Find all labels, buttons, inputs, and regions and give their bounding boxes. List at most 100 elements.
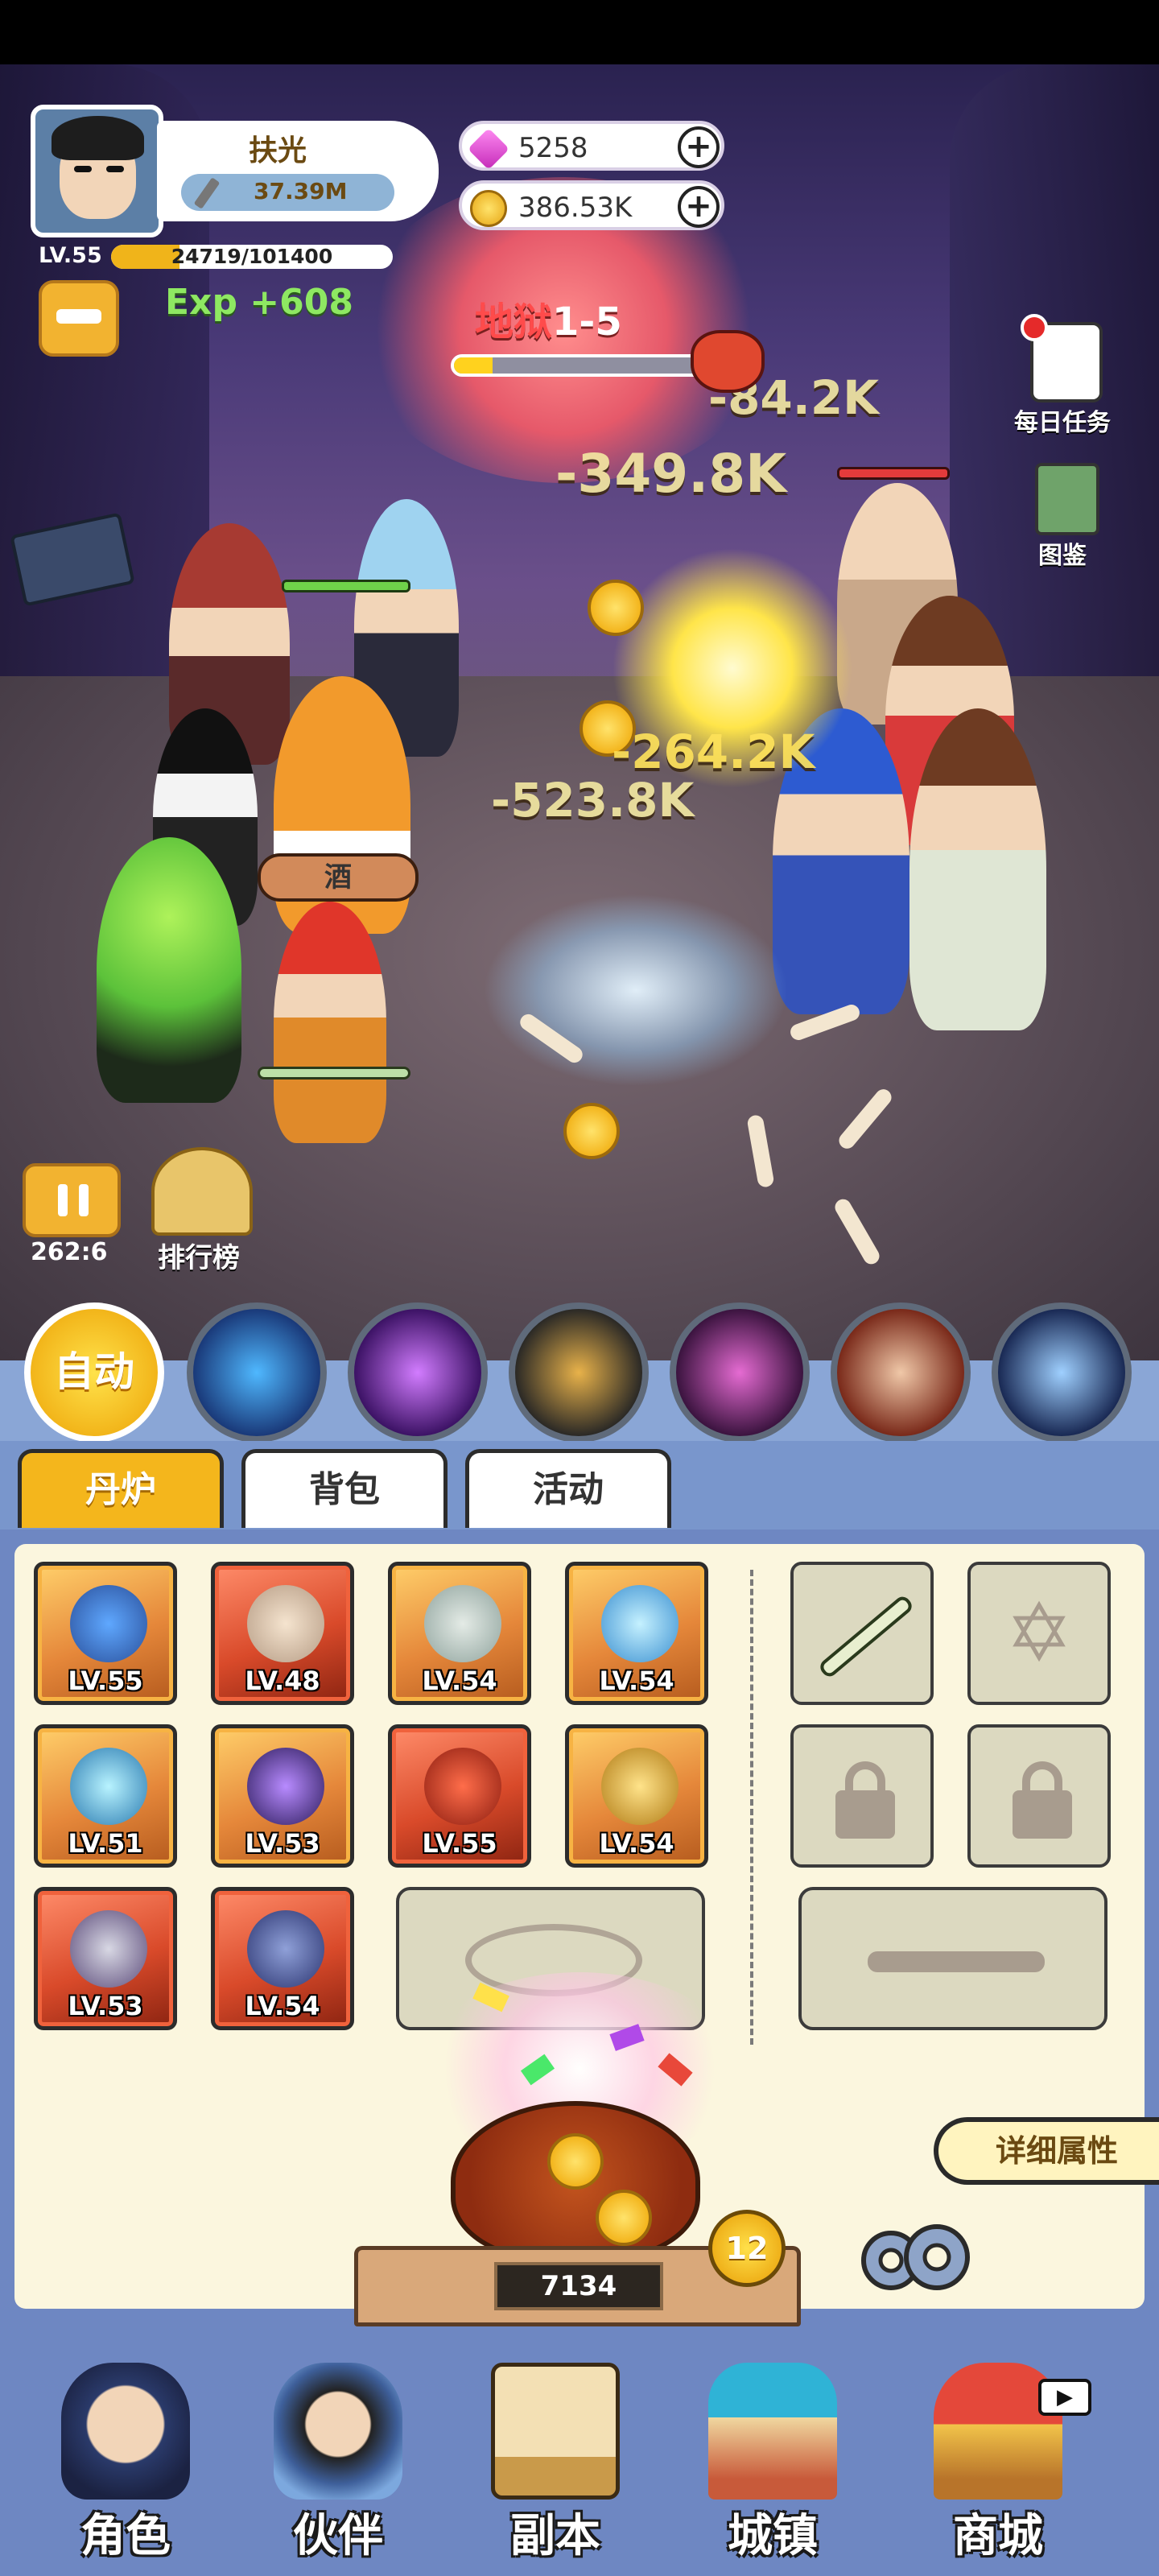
hero-sword (258, 1067, 410, 1080)
damage-number: -264.2K (612, 724, 815, 779)
beast-roar-skill-icon[interactable] (831, 1302, 971, 1443)
hero-red-spike-hair[interactable] (274, 902, 386, 1143)
video-ad-icon[interactable]: ▶ (1038, 2379, 1091, 2416)
purple-vortex-skill-icon[interactable] (348, 1302, 488, 1443)
ice-rune-skill-icon[interactable] (992, 1302, 1132, 1443)
dungeon-icon (491, 2363, 620, 2500)
equipment-slot-boots[interactable]: LV.54 (211, 1887, 354, 2030)
equipment-slot-bracer[interactable]: LV.53 (34, 1887, 177, 2030)
gold-amount: 386.53K (518, 192, 633, 224)
minus-icon (56, 309, 101, 324)
horned-helmet-icon (247, 1585, 324, 1662)
tab-events[interactable]: 活动 (465, 1449, 671, 1528)
tab-furnace[interactable]: 丹炉 (18, 1449, 224, 1528)
daily-tasks-label[interactable]: 每日任务 (1014, 402, 1111, 438)
add-gold-button[interactable]: + (678, 186, 720, 228)
collapse-menu-button[interactable] (39, 280, 119, 357)
nav-character[interactable]: 角色 (29, 2355, 222, 2564)
boss-demon-icon[interactable] (691, 330, 765, 393)
pause-button[interactable] (23, 1163, 121, 1237)
damage-number: -523.8K (491, 773, 695, 828)
equipment-slot-dark-orb[interactable]: LV.53 (211, 1724, 354, 1868)
nav-label: 商城 (953, 2510, 1043, 2562)
codex-book-icon[interactable] (1035, 463, 1099, 535)
ranking-label[interactable]: 排行榜 (158, 1236, 240, 1275)
blue-flame-skill-icon[interactable] (187, 1302, 327, 1443)
enemy-brown-hair-2[interactable] (909, 708, 1046, 1030)
weapon-slot-blade[interactable] (790, 1562, 934, 1705)
golden-relic-icon (601, 1748, 678, 1825)
add-gems-button[interactable]: + (678, 126, 720, 168)
violet-strike-skill-icon[interactable] (670, 1302, 810, 1443)
equipment-slot-helmet[interactable]: LV.48 (211, 1562, 354, 1705)
nav-label: 角色 (80, 2510, 171, 2562)
item-level: LV.55 (68, 1666, 143, 1696)
settings-gear-icon[interactable] (847, 2212, 975, 2301)
xp-bar: 24719/101400 (111, 245, 393, 269)
furnace-level-badge: 12 (708, 2210, 786, 2287)
locked-slot[interactable] (967, 1724, 1111, 1868)
daily-tasks-icon[interactable] (1021, 314, 1103, 402)
exp-gain-text: Exp +608 (165, 282, 353, 323)
locked-slot[interactable] (790, 1724, 934, 1868)
nav-shop[interactable]: ▶ 商城 (901, 2355, 1095, 2564)
stage-title: 地狱1-5 (475, 290, 622, 346)
equipment-slot-demon-mask[interactable]: LV.55 (388, 1724, 531, 1868)
equipment-slot-golden-relic[interactable]: LV.54 (565, 1724, 708, 1868)
gold-currency: 386.53K + (459, 180, 724, 230)
artifact-slot-trident[interactable] (798, 1887, 1107, 2030)
nav-partner[interactable]: 伙伴 (241, 2355, 435, 2564)
damage-number: -349.8K (555, 443, 787, 505)
combat-power-value: 37.39M (254, 178, 348, 204)
stage-number: 1-5 (552, 299, 622, 345)
pause-icon (58, 1184, 68, 1216)
equipment-slot-orb[interactable]: LV.54 (565, 1562, 708, 1705)
item-level: LV.51 (68, 1828, 143, 1859)
hero-green-flame[interactable] (97, 837, 241, 1103)
coin-drop[interactable] (563, 1103, 620, 1159)
item-level: LV.54 (599, 1666, 674, 1696)
combat-power-bar: 37.39M (181, 174, 394, 211)
stage-progress-bar (451, 354, 716, 377)
player-name-plate[interactable]: 扶光 37.39M (157, 121, 439, 221)
item-level: LV.54 (599, 1828, 674, 1859)
item-level: LV.48 (245, 1666, 320, 1696)
player-avatar[interactable] (31, 105, 163, 237)
codex-label[interactable]: 图鉴 (1038, 535, 1087, 571)
equipment-slot-armor[interactable]: LV.54 (388, 1562, 531, 1705)
sword-icon (193, 177, 221, 209)
coin-pile (596, 2190, 652, 2246)
rune-slot-hexagram[interactable]: ✡ (967, 1562, 1111, 1705)
ranking-podium-icon[interactable] (151, 1147, 253, 1236)
nav-town[interactable]: 城镇 (676, 2355, 869, 2564)
coin-drop[interactable] (588, 580, 644, 636)
auto-battle-button[interactable]: 自动 (24, 1302, 164, 1443)
item-level: LV.53 (68, 1991, 143, 2021)
avatar-hair (52, 116, 144, 160)
equipment-slot-spirit-flame[interactable]: LV.51 (34, 1724, 177, 1868)
nav-label: 副本 (510, 2510, 600, 2562)
nav-label: 伙伴 (293, 2510, 383, 2562)
tab-backpack[interactable]: 背包 (241, 1449, 448, 1528)
gem-currency: 5258 + (459, 121, 724, 171)
item-level: LV.53 (245, 1828, 320, 1859)
notification-dot (1021, 314, 1048, 341)
panel-divider (750, 1570, 753, 2045)
detail-attributes-button[interactable]: 详细属性 (934, 2117, 1159, 2185)
diamond-icon (467, 127, 510, 171)
blade-icon (817, 1593, 915, 1680)
wine-bottle: 酒 (258, 853, 419, 902)
gold-coin-icon (470, 190, 507, 227)
xp-value: 24719/101400 (171, 245, 333, 268)
avatar-eye (106, 166, 124, 172)
lightning-pillar-skill-icon[interactable] (509, 1302, 649, 1443)
nav-dungeon[interactable]: 副本 (459, 2355, 652, 2564)
dark-orb-icon (247, 1748, 324, 1825)
boots-icon (247, 1910, 324, 1988)
pause-icon (79, 1184, 89, 1216)
enemy-hp-bar (837, 467, 950, 480)
avatar-eye (74, 166, 92, 172)
orb-icon (601, 1585, 678, 1662)
slash-effect (483, 894, 789, 1087)
equipment-slot-trident[interactable]: LV.55 (34, 1562, 177, 1705)
